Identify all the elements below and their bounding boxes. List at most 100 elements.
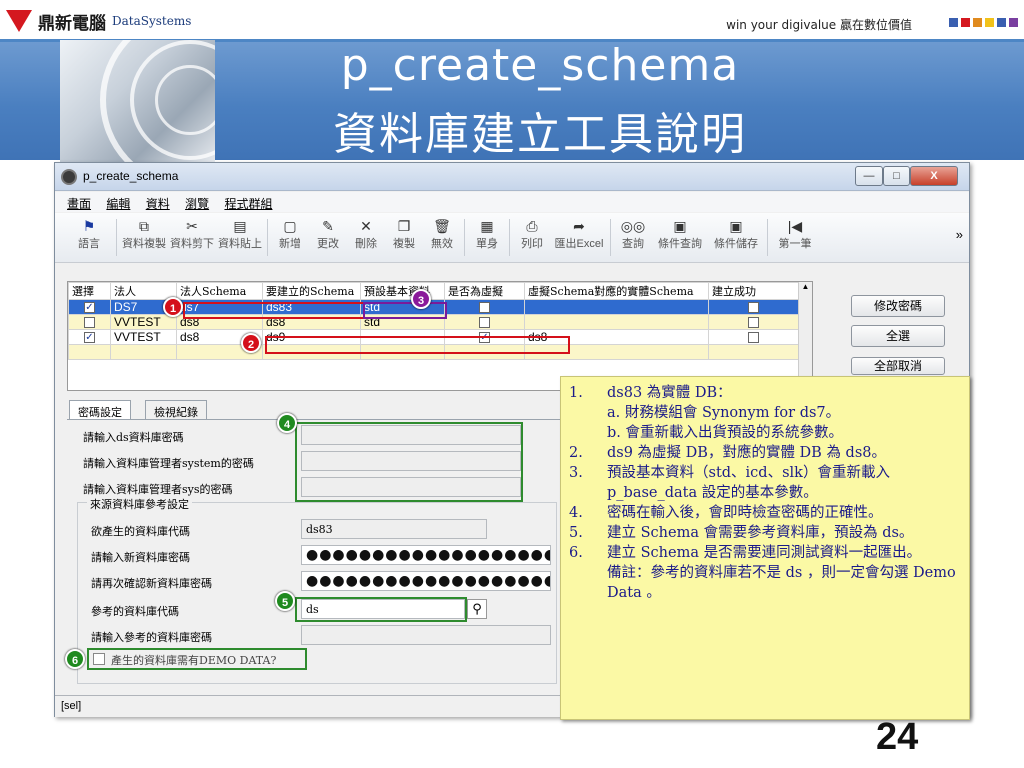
paste-icon: ▤ [233,218,247,234]
tab-view-log[interactable]: 檢視紀錄 [145,400,207,420]
confirm-password-field[interactable]: ●●●●●●●●●●●●●●●●●●●● [301,571,551,591]
toolbar-duplicate-button[interactable]: ❐ 複製 [385,213,423,262]
row-virtual-checkbox[interactable] [479,302,490,314]
toolbar-cut-button[interactable]: ✂ 資料剪下 [168,213,216,262]
row-success-checkbox [748,302,759,314]
cell-entity[interactable]: VVTEST [110,329,177,345]
note-text: a. 財務模組會 Synonym for ds7。 [607,405,841,421]
cell-entity[interactable]: VVTEST [110,314,177,330]
col-header-new-schema[interactable]: 要建立的Schema [262,282,361,300]
toolbar-label: 資料複製 [122,238,166,250]
toolbar-language-button[interactable]: ⚑ 語言 [65,213,113,262]
select-all-button[interactable]: 全選 [851,325,945,347]
new-db-code-field[interactable]: ds83 [301,519,487,539]
toolbar-print-button[interactable]: ⎙ 列印 [513,213,551,262]
row-select-checkbox[interactable] [84,317,95,329]
cancel-all-button[interactable]: 全部取消 [851,357,945,375]
sys-password-label: 請輸入資料庫管理者sys的密碼 [83,483,233,496]
close-button[interactable]: X [910,166,958,186]
maximize-button[interactable]: □ [883,166,910,186]
note-text: b. 會重新載入出貨預設的系統參數。 [607,425,843,441]
col-header-select[interactable]: 選擇 [68,282,111,300]
toolbar-filter-save-button[interactable]: ▣ 條件儲存 [708,213,764,262]
toolbar-new-button[interactable]: ▢ 新增 [271,213,309,262]
toolbar-paste-button[interactable]: ▤ 資料貼上 [216,213,264,262]
confirm-password-label: 請再次確認新資料庫密碼 [91,577,212,590]
callout-badge-1: 1 [163,297,183,317]
slide-subtitle: 資料庫建立工具說明 [333,109,747,160]
flag-icon: ⚑ [82,218,96,234]
menu-program-group[interactable]: 程式群組 [224,195,272,212]
note-item: 4. 密碼在輸入後，會即時檢查密碼的正確性。 [569,503,963,523]
note-number: 4. [569,505,583,521]
minimize-button[interactable]: — [855,166,883,186]
note-text: 建立 Schema 會需要參考資料庫，預設為 ds。 [607,525,914,541]
toolbar-first-record-button[interactable]: |◀ 第一筆 [771,213,819,262]
toolbar-copy-button[interactable]: ⧉ 資料複製 [120,213,168,262]
toolbar-query-button[interactable]: ◎◎ 查詢 [614,213,652,262]
note-text: 密碼在輸入後，會即時檢查密碼的正確性。 [607,505,883,521]
note-text: 建立 Schema 是否需要連同測試資料一起匯出。 [607,545,922,561]
search-icon[interactable]: ⚲ [467,599,487,619]
ref-db-password-field[interactable] [301,625,551,645]
callout-badge-3: 3 [411,289,431,309]
cut-icon: ✂ [186,218,198,234]
toolbar-export-button[interactable]: ➦ 匯出Excel [551,213,607,262]
highlight-box-2 [265,336,570,354]
system-password-label: 請輸入資料庫管理者system的密碼 [83,457,254,470]
logo-english-name: DataSystems [112,14,192,28]
cell-real-schema[interactable] [524,314,709,330]
cell-real-schema[interactable] [524,299,709,315]
slide-title: p_create_schema [340,40,740,91]
note-item: 1. ds83 為實體 DB： [569,383,963,403]
app-icon [61,169,77,185]
toolbar-label: 列印 [521,238,543,250]
menu-screen[interactable]: 畫面 [67,195,91,212]
toolbar-overflow-button[interactable]: » [956,227,963,242]
new-db-code-label: 欲產生的資料庫代碼 [91,525,190,538]
tagline-square [997,18,1006,27]
row-success-checkbox [748,317,759,329]
toolbar-detail-button[interactable]: ▦ 單身 [468,213,506,262]
grid-scrollbar[interactable]: ▲ [798,282,812,390]
first-record-icon: |◀ [787,218,803,234]
note-item: 3. 預設基本資料（std、icd、slk）會重新載入 p_base_data 設… [569,463,963,503]
explanation-note: 1. ds83 為實體 DB： a. 財務模組會 Synonym for ds7。… [560,376,970,720]
note-item: 6. 建立 Schema 是否需要連同測試資料一起匯出。 [569,543,963,563]
toolbar-label: 語言 [78,238,100,250]
grid-header-row: 選擇 法人 法人Schema 要建立的Schema 預設基本資料 是否為虛擬 虛… [68,282,799,300]
row-virtual-checkbox[interactable] [479,317,490,329]
menu-edit[interactable]: 編輯 [106,195,130,212]
note-number: 1. [569,385,583,401]
change-password-button[interactable]: 修改密碼 [851,295,945,317]
col-header-entity[interactable]: 法人 [110,282,177,300]
col-header-virtual[interactable]: 是否為虛擬 [444,282,525,300]
note-text: 預設基本資料（std、icd、slk）會重新載入 p_base_data 設定的… [607,465,890,501]
toolbar-label: 單身 [476,238,498,250]
col-header-base-data[interactable]: 預設基本資料 [360,282,445,300]
row-select-checkbox[interactable]: ✓ [84,332,95,344]
toolbar-edit-button[interactable]: ✎ 更改 [309,213,347,262]
page-number: 24 [876,716,919,758]
col-header-real-schema[interactable]: 虛擬Schema對應的實體Schema [524,282,709,300]
copy-icon: ⧉ [139,218,149,234]
toolbar-label: 更改 [317,238,339,250]
note-item: 備註：參考的資料庫若不是 ds ，則一定會勾選 Demo Data 。 [569,563,963,603]
highlight-box-1 [183,302,365,319]
menu-browse[interactable]: 瀏覽 [185,195,209,212]
new-db-password-field[interactable]: ●●●●●●●●●●●●●●●●●●●● [301,545,551,565]
tab-password-settings[interactable]: 密碼設定 [69,400,131,420]
logo-chinese-name: 鼎新電腦 [38,13,106,34]
toolbar-invalid-button[interactable]: 🗑 無效 [423,213,461,262]
callout-badge-2: 2 [241,333,261,353]
col-header-entity-schema[interactable]: 法人Schema [176,282,263,300]
toolbar-delete-button[interactable]: ✕ 刪除 [347,213,385,262]
toolbar-filter-query-button[interactable]: ▣ 條件查詢 [652,213,708,262]
row-select-checkbox[interactable]: ✓ [84,302,95,314]
menu-data[interactable]: 資料 [146,195,170,212]
col-header-success[interactable]: 建立成功 [708,282,799,300]
tagline-square [961,18,970,27]
window-titlebar[interactable]: p_create_schema — □ X [55,163,969,191]
ref-db-code-label: 參考的資料庫代碼 [91,605,179,618]
delete-icon: ✕ [360,218,372,234]
